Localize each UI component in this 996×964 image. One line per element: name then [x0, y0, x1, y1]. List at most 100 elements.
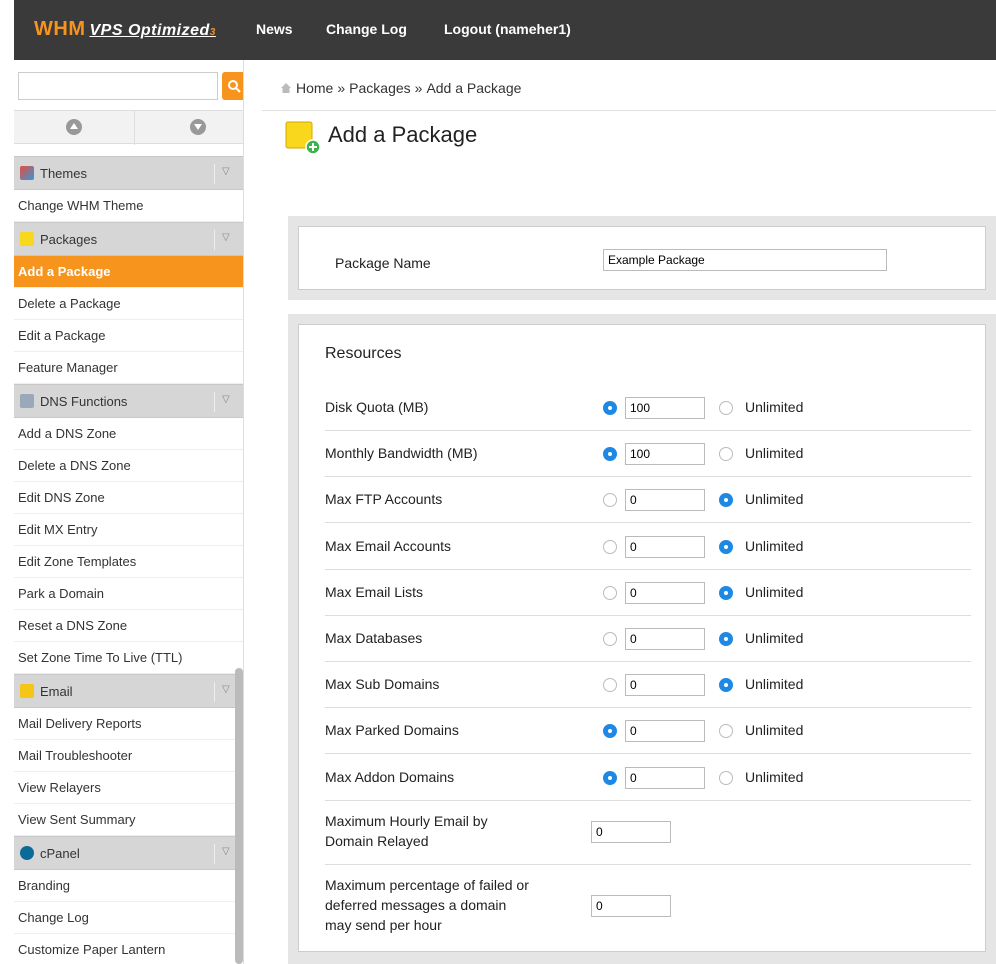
resource-value-input[interactable] [625, 489, 705, 512]
sidebar-item-park-domain[interactable]: Park a Domain [14, 578, 243, 610]
resource-value-input[interactable] [625, 628, 705, 650]
resource-row: Max Parked Domains Unlimited [325, 708, 971, 755]
sidebar-group-dns[interactable]: DNS Functions ▽ [14, 384, 243, 418]
sidebar-item-edit-zone-templates[interactable]: Edit Zone Templates [14, 546, 243, 578]
sidebar-item-customize-paper-lantern[interactable]: Customize Paper Lantern [14, 934, 243, 964]
resource-label: Max Addon Domains [325, 768, 455, 785]
sidebar-item-edit-dns-zone[interactable]: Edit DNS Zone [14, 482, 243, 514]
nav-news-link[interactable]: News [256, 21, 293, 37]
chevron-down-icon[interactable]: ▽ [222, 684, 236, 698]
limited-radio[interactable] [603, 493, 617, 508]
limited-radio[interactable] [603, 539, 617, 554]
sidebar-item-feature-manager[interactable]: Feature Manager [14, 352, 243, 384]
sidebar-item-mail-delivery-reports[interactable]: Mail Delivery Reports [14, 708, 243, 740]
search-button[interactable] [222, 72, 243, 100]
resource-value-input[interactable] [625, 581, 705, 604]
chevron-down-icon[interactable]: ▽ [222, 394, 236, 408]
breadcrumb-home-link[interactable]: Home [296, 80, 333, 96]
chevron-down-icon[interactable]: ▽ [222, 166, 236, 180]
group-label: DNS Functions [40, 394, 128, 409]
limited-radio[interactable] [603, 401, 617, 415]
scroll-up-icon[interactable] [66, 119, 82, 135]
scroll-down-icon[interactable] [190, 119, 206, 135]
unlimited-radio[interactable] [719, 539, 733, 554]
sidebar-item-reset-dns-zone[interactable]: Reset a DNS Zone [14, 610, 243, 642]
sidebar-item-add-package[interactable]: Add a Package [14, 256, 243, 288]
sidebar-item-edit-package[interactable]: Edit a Package [14, 320, 243, 352]
divider [214, 230, 215, 250]
resource-value-input[interactable] [625, 397, 705, 419]
sidebar-search-input[interactable] [18, 72, 218, 100]
unlimited-label: Unlimited [745, 583, 804, 600]
hourly-email-row: Maximum Hourly Email by Domain Relayed [325, 801, 971, 865]
chevron-down-icon[interactable]: ▽ [222, 232, 236, 246]
resource-label: Max Email Accounts [325, 537, 452, 554]
breadcrumb: Home» Packages» Add a Package [280, 80, 521, 96]
resource-value-input[interactable] [625, 535, 705, 558]
hourly-email-label-line: Domain Relayed [325, 833, 429, 849]
resource-value-input[interactable] [625, 720, 705, 743]
unlimited-radio[interactable] [719, 632, 733, 646]
limited-radio[interactable] [603, 678, 617, 693]
sidebar-group-cpanel[interactable]: cPanel ▽ [14, 836, 243, 870]
package-name-input[interactable] [603, 249, 887, 271]
whm-logo[interactable]: WHM VPS Optimized3 [34, 18, 216, 41]
chevron-down-icon[interactable]: ▽ [222, 846, 236, 860]
resource-value-input[interactable] [625, 443, 705, 466]
unlimited-radio[interactable] [719, 585, 733, 600]
limited-radio[interactable] [603, 632, 617, 646]
hourly-email-input[interactable] [591, 821, 671, 843]
nav-changelog-link[interactable]: Change Log [326, 21, 407, 37]
sidebar-group-themes[interactable]: Themes ▽ [14, 156, 243, 190]
sidebar-item-delete-dns-zone[interactable]: Delete a DNS Zone [14, 450, 243, 482]
packages-icon [20, 232, 34, 246]
sidebar-item-branding[interactable]: Branding [14, 870, 243, 902]
breadcrumb-current: Add a Package [426, 80, 522, 96]
resource-row: Max Addon Domains Unlimited [325, 755, 971, 801]
limited-radio[interactable] [603, 724, 617, 739]
sidebar-item-view-relayers[interactable]: View Relayers [14, 772, 243, 804]
sidebar-item-set-zone-ttl[interactable]: Set Zone Time To Live (TTL) [14, 642, 243, 674]
unlimited-radio[interactable] [719, 724, 733, 739]
divider [214, 844, 215, 864]
resources-title: Resources [325, 345, 402, 362]
resource-value-input[interactable] [625, 766, 705, 789]
limited-radio[interactable] [603, 770, 617, 785]
sidebar-item-delete-package[interactable]: Delete a Package [14, 288, 243, 320]
sidebar-item-view-sent-summary[interactable]: View Sent Summary [14, 804, 243, 836]
sidebar-group-packages[interactable]: Packages ▽ [14, 222, 243, 256]
sidebar: Themes ▽ Change WHM Theme Packages ▽ Add… [14, 60, 244, 964]
limited-radio[interactable] [603, 447, 617, 462]
unlimited-label: Unlimited [745, 676, 804, 693]
home-icon [281, 83, 291, 93]
sidebar-item-edit-mx-entry[interactable]: Edit MX Entry [14, 514, 243, 546]
group-label: Themes [40, 166, 87, 181]
sidebar-item-add-dns-zone[interactable]: Add a DNS Zone [14, 418, 243, 450]
logo-main-text: WHM [34, 18, 86, 40]
resource-label: Disk Quota (MB) [325, 399, 429, 415]
unlimited-radio[interactable] [719, 678, 733, 693]
resource-row: Monthly Bandwidth (MB) Unlimited [325, 431, 971, 478]
resource-row: Max FTP Accounts Unlimited [325, 477, 971, 524]
top-bar: WHM VPS Optimized3 News Change Log Logout… [0, 0, 996, 60]
sidebar-group-email[interactable]: Email ▽ [14, 674, 243, 708]
nav-logout-link[interactable]: Logout (nameher1) [444, 21, 571, 37]
resource-value-input[interactable] [625, 674, 705, 697]
email-icon [20, 684, 34, 698]
sidebar-item-change-log[interactable]: Change Log [14, 902, 243, 934]
sidebar-item-mail-troubleshooter[interactable]: Mail Troubleshooter [14, 740, 243, 772]
divider [134, 111, 135, 145]
hourly-email-label-line: Maximum Hourly Email by [325, 813, 488, 829]
unlimited-radio[interactable] [719, 447, 733, 462]
breadcrumb-packages-link[interactable]: Packages [349, 80, 410, 96]
unlimited-radio[interactable] [719, 770, 733, 785]
sidebar-scrollbar[interactable] [235, 668, 243, 964]
unlimited-radio[interactable] [719, 493, 733, 508]
failed-pct-input[interactable] [591, 895, 671, 917]
logo-sub-text: VPS Optimized3 [89, 22, 215, 39]
logo-sub-number: 3 [209, 27, 216, 38]
sidebar-item-change-whm-theme[interactable]: Change WHM Theme [14, 190, 243, 222]
limited-radio[interactable] [603, 585, 617, 600]
unlimited-radio[interactable] [719, 401, 733, 415]
breadcrumb-separator: » [414, 80, 423, 96]
